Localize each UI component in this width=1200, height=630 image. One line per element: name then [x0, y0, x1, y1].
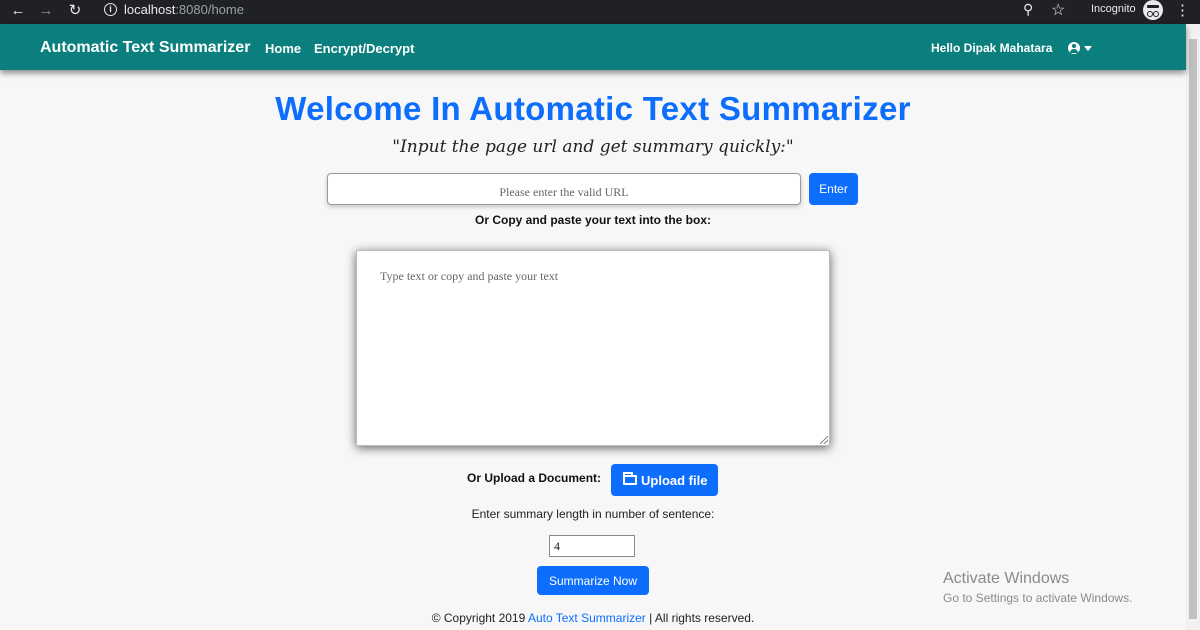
upload-document-label: Or Upload a Document:: [467, 471, 602, 485]
browser-toolbar: ← → ↻ i localhost:8080/home ⚲ ☆ Incognit…: [0, 0, 1200, 24]
url-text[interactable]: localhost:8080/home: [124, 2, 244, 17]
url-host: localhost: [124, 2, 176, 17]
caret-down-icon[interactable]: [1084, 46, 1092, 51]
footer: © Copyright 2019 Auto Text Summarizer | …: [0, 611, 1186, 625]
forward-arrow-icon[interactable]: →: [37, 2, 55, 20]
incognito-label: Incognito: [1091, 3, 1136, 15]
paste-text-label: Or Copy and paste your text into the box…: [474, 213, 712, 227]
watermark-title: Activate Windows: [943, 570, 1070, 587]
info-icon[interactable]: i: [104, 3, 117, 16]
url-path: :8080/home: [175, 2, 244, 17]
back-arrow-icon[interactable]: ←: [9, 2, 27, 20]
zoom-icon[interactable]: ⚲: [1023, 1, 1033, 18]
nav-link-encrypt-decrypt[interactable]: Encrypt/Decrypt: [314, 41, 414, 56]
footer-copyright: © Copyright 2019: [431, 611, 528, 625]
reload-icon[interactable]: ↻: [66, 2, 84, 20]
footer-rights: | All rights reserved.: [645, 611, 755, 625]
navbar-brand[interactable]: Automatic Text Summarizer: [40, 39, 250, 57]
resize-grip-icon[interactable]: [820, 436, 828, 444]
page-subtitle: "Input the page url and get summary quic…: [392, 137, 794, 157]
address-bar[interactable]: i localhost:8080/home: [94, 0, 1094, 20]
text-input-area[interactable]: [356, 250, 830, 446]
user-greeting[interactable]: Hello Dipak Mahatara: [931, 41, 1052, 55]
nav-link-home[interactable]: Home: [265, 41, 301, 56]
page-scrollbar[interactable]: [1186, 24, 1200, 630]
summarize-now-button[interactable]: Summarize Now: [537, 566, 649, 595]
footer-link[interactable]: Auto Text Summarizer: [528, 611, 646, 625]
upload-file-label: Upload file: [641, 473, 708, 488]
summary-length-input[interactable]: [549, 535, 635, 557]
folder-open-icon: [623, 472, 637, 485]
browser-menu-icon[interactable]: ⋮: [1175, 1, 1190, 19]
url-input[interactable]: [327, 173, 801, 205]
incognito-icon[interactable]: [1143, 0, 1163, 20]
bookmark-star-icon[interactable]: ☆: [1051, 0, 1065, 20]
user-circle-icon[interactable]: [1068, 42, 1080, 54]
top-navbar: Automatic Text Summarizer Home Encrypt/D…: [0, 24, 1186, 70]
enter-button[interactable]: Enter: [809, 173, 858, 205]
windows-activation-watermark: Activate Windows Go to Settings to activ…: [943, 570, 1132, 605]
watermark-subtitle: Go to Settings to activate Windows.: [943, 591, 1133, 605]
page-title: Welcome In Automatic Text Summarizer: [275, 90, 911, 127]
scrollbar-thumb[interactable]: [1189, 39, 1197, 619]
summary-length-label: Enter summary length in number of senten…: [471, 507, 715, 521]
upload-file-button[interactable]: Upload file: [611, 464, 718, 496]
